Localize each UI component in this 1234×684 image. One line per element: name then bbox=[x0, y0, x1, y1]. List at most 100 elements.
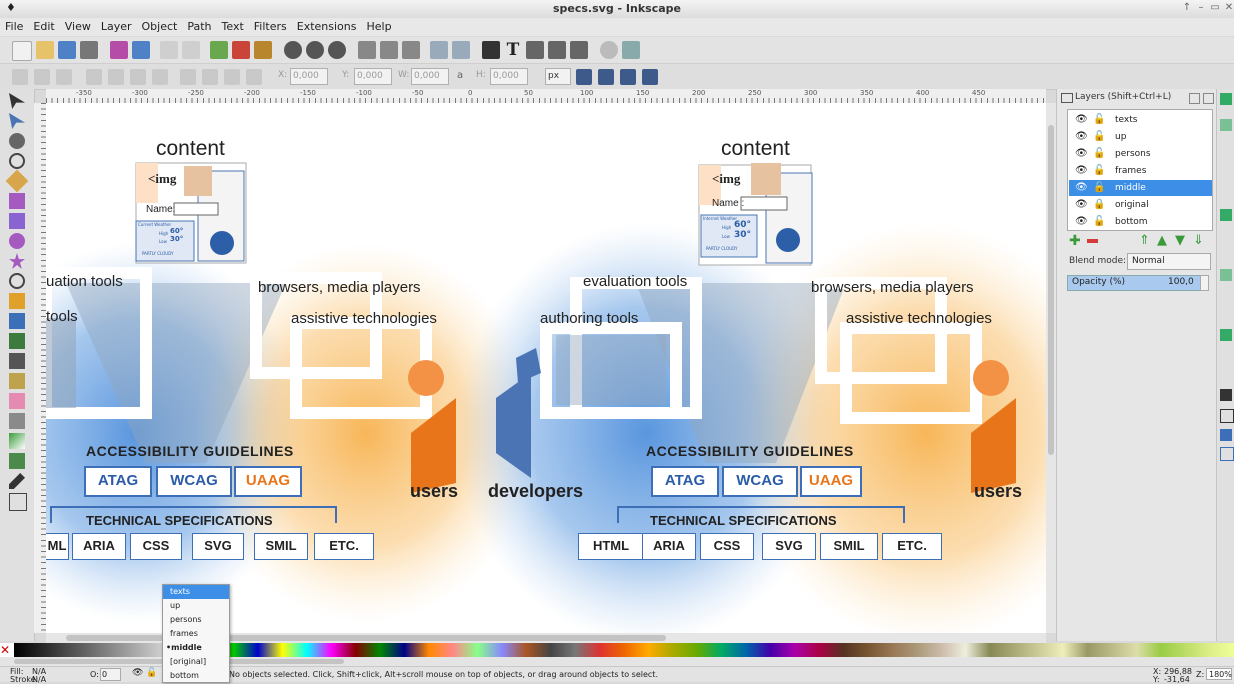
layer-visibility-icon[interactable]: 👁 bbox=[132, 668, 143, 678]
menu-path[interactable]: Path bbox=[182, 18, 216, 33]
snap-guides-icon[interactable] bbox=[1220, 447, 1234, 461]
window-maximize-button[interactable]: ▭ bbox=[1208, 2, 1222, 14]
select-all-layers-icon[interactable] bbox=[34, 69, 50, 85]
fill-stroke-icon[interactable] bbox=[482, 41, 500, 59]
rotate-ccw-icon[interactable] bbox=[86, 69, 102, 85]
eye-icon[interactable]: 👁 bbox=[1075, 129, 1088, 145]
window-close-button[interactable]: ✕ bbox=[1222, 2, 1234, 14]
no-color-icon[interactable]: ✕ bbox=[0, 643, 12, 657]
bucket-tool-icon[interactable] bbox=[9, 413, 25, 429]
redo-icon[interactable] bbox=[182, 41, 200, 59]
popup-item-texts[interactable]: texts bbox=[163, 585, 229, 599]
move-patterns-icon[interactable] bbox=[642, 69, 658, 85]
layer-row-persons[interactable]: 👁 🔓 persons bbox=[1069, 146, 1212, 162]
deselect-icon[interactable] bbox=[56, 69, 72, 85]
flip-horizontal-icon[interactable] bbox=[130, 69, 146, 85]
unlock-icon[interactable]: 🔓 bbox=[1093, 146, 1105, 162]
spray-tool-icon[interactable] bbox=[9, 373, 25, 389]
group-icon[interactable] bbox=[430, 41, 448, 59]
horizontal-scroll-thumb[interactable] bbox=[66, 635, 666, 641]
snap-bbox-icon[interactable] bbox=[1220, 119, 1232, 131]
ungroup-icon[interactable] bbox=[452, 41, 470, 59]
mesh-tool-icon[interactable] bbox=[9, 453, 25, 469]
open-document-icon[interactable] bbox=[36, 41, 54, 59]
eye-icon[interactable]: 👁 bbox=[1075, 214, 1088, 230]
menu-view[interactable]: View bbox=[60, 18, 96, 33]
rectangle-tool-icon[interactable] bbox=[9, 193, 25, 209]
star-tool-icon[interactable] bbox=[9, 253, 25, 269]
eye-icon[interactable]: 👁 bbox=[1075, 180, 1088, 196]
popup-item-persons[interactable]: persons bbox=[163, 613, 229, 627]
gradient-tool-icon[interactable] bbox=[9, 433, 25, 449]
layer-raise-icon[interactable]: ▲ bbox=[1157, 233, 1167, 248]
flip-vertical-icon[interactable] bbox=[152, 69, 168, 85]
zoom-field[interactable]: 180% bbox=[1206, 668, 1232, 680]
layer-row-up[interactable]: 👁 🔓 up bbox=[1069, 129, 1212, 145]
blend-mode-select[interactable]: Normal bbox=[1127, 253, 1211, 270]
import-icon[interactable] bbox=[110, 41, 128, 59]
ellipse-tool-icon[interactable] bbox=[9, 233, 25, 249]
h-field[interactable]: 0,000 bbox=[490, 68, 528, 85]
snap-guide-icon[interactable] bbox=[1220, 329, 1232, 341]
eye-icon[interactable]: 👁 bbox=[1075, 146, 1088, 162]
vertical-scrollbar[interactable] bbox=[1046, 103, 1056, 633]
zoom-tool-icon[interactable] bbox=[9, 153, 25, 169]
raise-icon[interactable] bbox=[202, 69, 218, 85]
snap-nodes-icon[interactable] bbox=[1220, 209, 1232, 221]
scale-stroke-icon[interactable] bbox=[576, 69, 592, 85]
align-distribute-icon[interactable] bbox=[548, 41, 566, 59]
scale-corners-icon[interactable] bbox=[598, 69, 614, 85]
eye-icon[interactable]: 👁 bbox=[1075, 197, 1088, 213]
cut-icon[interactable] bbox=[232, 41, 250, 59]
layer-lower-icon[interactable]: ▼ bbox=[1175, 233, 1185, 248]
calligraphy-tool-icon[interactable] bbox=[9, 333, 25, 349]
undo-icon[interactable] bbox=[160, 41, 178, 59]
xml-editor-icon[interactable] bbox=[526, 41, 544, 59]
node-tool-icon[interactable] bbox=[9, 113, 25, 129]
measure-tool-icon[interactable] bbox=[5, 169, 29, 193]
rotate-cw-icon[interactable] bbox=[108, 69, 124, 85]
connector-tool-icon[interactable] bbox=[9, 493, 27, 511]
menu-file[interactable]: File bbox=[0, 18, 28, 33]
tweak-tool-icon[interactable] bbox=[9, 133, 25, 149]
panel-close-icon[interactable] bbox=[1203, 93, 1214, 104]
vertical-scroll-thumb[interactable] bbox=[1048, 125, 1054, 455]
opacity-slider[interactable]: Opacity (%) 100,0 bbox=[1067, 275, 1201, 291]
opacity-spin-icon[interactable] bbox=[1200, 275, 1209, 291]
unlock-icon[interactable]: 🔓 bbox=[1093, 214, 1105, 230]
object-properties-icon[interactable] bbox=[570, 41, 588, 59]
box3d-tool-icon[interactable] bbox=[9, 213, 25, 229]
save-icon[interactable] bbox=[58, 41, 76, 59]
remove-layer-icon[interactable] bbox=[1087, 239, 1098, 243]
text-tool-icon[interactable] bbox=[9, 353, 25, 369]
layer-row-original[interactable]: 👁 🔒 original bbox=[1069, 197, 1212, 213]
popup-item-frames[interactable]: frames bbox=[163, 627, 229, 641]
popup-item-middle[interactable]: •middle bbox=[163, 641, 229, 655]
layer-to-bottom-icon[interactable]: ⇓ bbox=[1193, 233, 1204, 248]
lock-ratio-icon[interactable]: a bbox=[457, 70, 463, 81]
selector-tool-icon[interactable] bbox=[9, 93, 25, 109]
paste-icon[interactable] bbox=[254, 41, 272, 59]
duplicate-icon[interactable] bbox=[210, 41, 228, 59]
w-field[interactable]: 0,000 bbox=[411, 68, 449, 85]
pencil-tool-icon[interactable] bbox=[9, 293, 25, 309]
popup-item-up[interactable]: up bbox=[163, 599, 229, 613]
popup-item-original[interactable]: [original] bbox=[163, 655, 229, 669]
print-icon[interactable] bbox=[80, 41, 98, 59]
layer-row-texts[interactable]: 👁 🔓 texts bbox=[1069, 112, 1212, 128]
eye-icon[interactable]: 👁 bbox=[1075, 163, 1088, 179]
drawing-canvas[interactable]: content content <img <img Name: Name : C… bbox=[46, 103, 1046, 633]
window-minimize-button[interactable]: – bbox=[1194, 2, 1208, 14]
add-layer-icon[interactable]: ✚ bbox=[1069, 234, 1081, 248]
text-font-icon[interactable]: T bbox=[504, 41, 522, 59]
layer-to-top-icon[interactable]: ⇑ bbox=[1139, 233, 1150, 248]
eye-icon[interactable]: 👁 bbox=[1075, 112, 1088, 128]
layer-row-middle[interactable]: 👁 🔓 middle bbox=[1069, 180, 1212, 196]
layer-row-frames[interactable]: 👁 🔓 frames bbox=[1069, 163, 1212, 179]
unlock-icon[interactable]: 🔓 bbox=[1093, 163, 1105, 179]
menu-text[interactable]: Text bbox=[217, 18, 249, 33]
zoom-page-icon[interactable] bbox=[328, 41, 346, 59]
menu-filters[interactable]: Filters bbox=[249, 18, 292, 33]
snap-paths-icon[interactable] bbox=[1220, 269, 1232, 281]
y-field[interactable]: 0,000 bbox=[354, 68, 392, 85]
